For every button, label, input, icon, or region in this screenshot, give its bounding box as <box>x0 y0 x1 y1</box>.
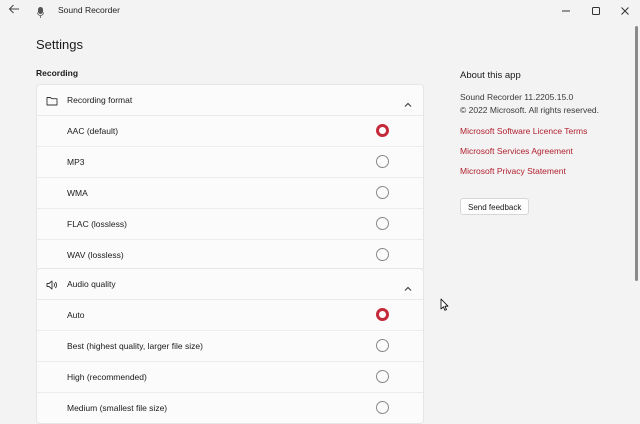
radio-button[interactable] <box>376 155 389 168</box>
radio-button-selected[interactable] <box>376 124 389 137</box>
section-label-recording: Recording <box>36 68 79 78</box>
format-option-wav[interactable]: WAV (lossless) <box>37 240 423 270</box>
title-bar: Sound Recorder <box>0 0 640 22</box>
quality-option-best[interactable]: Best (highest quality, larger file size) <box>37 331 423 362</box>
format-option-label: MP3 <box>67 157 85 167</box>
chevron-up-icon[interactable] <box>403 96 413 107</box>
recording-format-label: Recording format <box>67 95 133 105</box>
send-feedback-button[interactable]: Send feedback <box>460 198 530 215</box>
chevron-up-icon[interactable] <box>403 280 413 291</box>
audio-quality-card: Audio quality Auto Best (highest quality… <box>36 268 424 424</box>
format-option-flac[interactable]: FLAC (lossless) <box>37 209 423 240</box>
window-title: Sound Recorder <box>58 5 120 15</box>
format-option-aac[interactable]: AAC (default) <box>37 116 423 147</box>
minimize-icon[interactable] <box>559 4 573 18</box>
speaker-icon <box>46 278 58 290</box>
quality-option-label: Auto <box>67 310 85 320</box>
quality-option-medium[interactable]: Medium (smallest file size) <box>37 393 423 423</box>
radio-button[interactable] <box>376 217 389 230</box>
scrollbar[interactable] <box>635 22 638 420</box>
radio-button-selected[interactable] <box>376 308 389 321</box>
close-icon[interactable] <box>618 4 632 18</box>
page-title: Settings <box>36 37 83 52</box>
format-option-mp3[interactable]: MP3 <box>37 147 423 178</box>
scrollbar-thumb[interactable] <box>635 26 638 281</box>
recording-format-header[interactable]: Recording format <box>37 85 423 116</box>
settings-page: Settings Recording Recording format AAC … <box>0 22 640 424</box>
folder-icon <box>46 94 58 106</box>
mouse-cursor-icon <box>440 298 449 311</box>
audio-quality-header[interactable]: Audio quality <box>37 269 423 300</box>
radio-button[interactable] <box>376 401 389 414</box>
services-agreement-link[interactable]: Microsoft Services Agreement <box>460 146 573 156</box>
app-version: Sound Recorder 11.2205.15.0 <box>460 92 574 102</box>
radio-button[interactable] <box>376 186 389 199</box>
quality-option-auto[interactable]: Auto <box>37 300 423 331</box>
format-option-label: WAV (lossless) <box>67 250 124 260</box>
format-option-label: AAC (default) <box>67 126 119 136</box>
recording-format-card: Recording format AAC (default) MP3 WMA F… <box>36 84 424 271</box>
audio-quality-label: Audio quality <box>67 279 116 289</box>
format-option-label: FLAC (lossless) <box>67 219 127 229</box>
quality-option-label: Medium (smallest file size) <box>67 403 168 413</box>
about-title: About this app <box>460 70 521 81</box>
format-option-label: WMA <box>67 188 88 198</box>
privacy-statement-link[interactable]: Microsoft Privacy Statement <box>460 166 566 176</box>
maximize-icon[interactable] <box>589 4 603 18</box>
copyright-text: © 2022 Microsoft. All rights reserved. <box>460 105 600 115</box>
back-arrow-icon[interactable] <box>6 3 22 19</box>
quality-option-label: Best (highest quality, larger file size) <box>67 341 203 351</box>
radio-button[interactable] <box>376 248 389 261</box>
quality-option-high[interactable]: High (recommended) <box>37 362 423 393</box>
format-option-wma[interactable]: WMA <box>37 178 423 209</box>
quality-option-label: High (recommended) <box>67 372 147 382</box>
licence-terms-link[interactable]: Microsoft Software Licence Terms <box>460 126 587 136</box>
radio-button[interactable] <box>376 339 389 352</box>
microphone-icon <box>37 5 44 18</box>
radio-button[interactable] <box>376 370 389 383</box>
